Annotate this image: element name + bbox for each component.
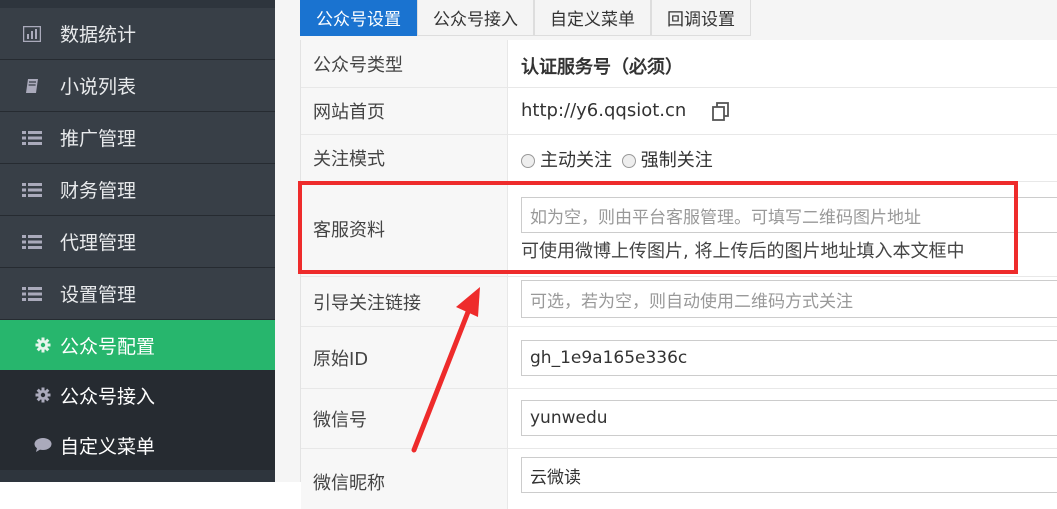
row-homepage: 网站首页 http://y6.qqsiot.cn [301, 88, 1057, 135]
list-icon [21, 286, 43, 302]
sidebar-subitem-label: 公众号接入 [60, 385, 156, 408]
account-type-label: 公众号类型 [301, 40, 508, 87]
row-account-type: 公众号类型 认证服务号（必须） [301, 40, 1057, 88]
list-icon [21, 234, 43, 250]
bar-chart-icon [21, 25, 43, 42]
sidebar-subitem-custom-menu[interactable]: 自定义菜单 [0, 420, 275, 470]
sidebar-subitem-account-access[interactable]: 公众号接入 [0, 370, 275, 420]
list-icon [21, 182, 43, 198]
radio-forced-follow[interactable] [621, 154, 636, 168]
guide-input[interactable]: 可选，若为空，则自动使用二维码方式关注 [521, 280, 1057, 318]
sidebar-subitem-label: 公众号配置 [60, 335, 156, 358]
gear-icon [34, 336, 52, 354]
row-follow-mode: 关注模式 主动关注 强制关注 [301, 135, 1057, 182]
sidebar-item-promotion[interactable]: 推广管理 [0, 112, 275, 164]
radio-active-follow-label: 主动关注 [540, 150, 612, 171]
row-wechat-id: 微信号 yunwedu [301, 389, 1057, 449]
row-original-id: 原始ID gh_1e9a165e336c [301, 327, 1057, 389]
tab-custom-menu[interactable]: 自定义菜单 [534, 0, 651, 36]
sidebar-item-stats[interactable]: 数据统计 [0, 8, 275, 60]
sidebar-item-agents[interactable]: 代理管理 [0, 216, 275, 268]
gear-icon [34, 386, 52, 404]
account-type-value: 认证服务号（必须） [521, 57, 683, 78]
sidebar-item-label: 财务管理 [60, 180, 137, 202]
wechat-label: 微信号 [301, 389, 508, 448]
tab-account-settings[interactable]: 公众号设置 [300, 0, 417, 36]
original-id-label: 原始ID [301, 327, 508, 388]
follow-mode-options: 主动关注 强制关注 [521, 146, 713, 172]
tab-bar: 公众号设置 公众号接入 自定义菜单 回调设置 [300, 0, 751, 37]
sidebar-item-label: 代理管理 [60, 232, 137, 254]
nickname-input[interactable]: 云微读 [521, 457, 1057, 493]
original-id-value: gh_1e9a165e336c [530, 348, 688, 368]
guide-label: 引导关注链接 [301, 277, 508, 326]
sidebar-subitem-account-config[interactable]: 公众号配置 [0, 320, 275, 370]
highlight-box [298, 181, 1018, 274]
tab-account-access[interactable]: 公众号接入 [417, 0, 534, 36]
sidebar-item-settings[interactable]: 设置管理 [0, 268, 275, 320]
radio-active-follow[interactable] [521, 154, 535, 168]
sidebar: 数据统计 小说列表 推广管理 财务管理 代理管理 设置管理 公众号配置 公众号接… [0, 0, 275, 482]
row-guide-link: 引导关注链接 可选，若为空，则自动使用二维码方式关注 [301, 277, 1057, 327]
sidebar-item-label: 设置管理 [60, 284, 137, 306]
sidebar-item-label: 小说列表 [60, 76, 137, 98]
follow-mode-label: 关注模式 [301, 135, 508, 181]
tab-callback-settings[interactable]: 回调设置 [651, 0, 751, 36]
homepage-label: 网站首页 [301, 88, 508, 134]
copy-icon[interactable] [711, 101, 731, 125]
nickname-label: 微信昵称 [301, 449, 508, 509]
sidebar-item-label: 数据统计 [60, 24, 137, 46]
wechat-value: yunwedu [530, 408, 608, 428]
wechat-input[interactable]: yunwedu [521, 400, 1057, 436]
radio-forced-follow-label: 强制关注 [640, 150, 713, 171]
chat-bubble-icon [34, 436, 52, 454]
guide-placeholder: 可选，若为空，则自动使用二维码方式关注 [530, 291, 853, 312]
sidebar-item-novels[interactable]: 小说列表 [0, 60, 275, 112]
sidebar-item-finance[interactable]: 财务管理 [0, 164, 275, 216]
book-icon [21, 78, 43, 94]
sidebar-subitem-label: 自定义菜单 [60, 435, 156, 458]
homepage-value: http://y6.qqsiot.cn [521, 100, 687, 121]
row-nickname: 微信昵称 云微读 [301, 449, 1057, 509]
original-id-input[interactable]: gh_1e9a165e336c [521, 340, 1057, 376]
nickname-value: 云微读 [530, 467, 581, 488]
list-icon [21, 130, 43, 146]
sidebar-item-label: 推广管理 [60, 128, 137, 150]
